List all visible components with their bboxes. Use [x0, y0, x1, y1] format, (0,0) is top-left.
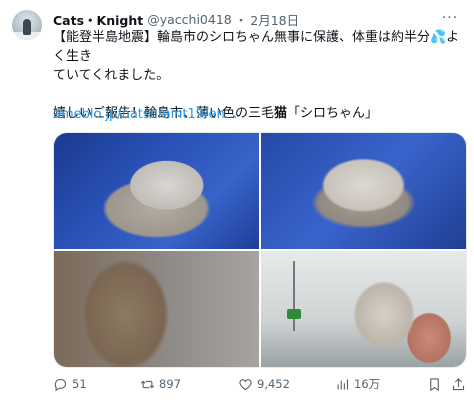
tweet-line-1: 【能登半島地震】輪島市のシロちゃん無事に保護、体重は約半分💦よく生き: [53, 30, 460, 64]
tweet-line-2: ていてくれました。: [53, 68, 170, 83]
external-link[interactable]: ameblo.jp/natsumint19/en…: [53, 107, 238, 122]
retweet-count: 897: [159, 377, 181, 391]
retweet-button[interactable]: 897: [140, 377, 181, 392]
avatar[interactable]: [12, 10, 42, 40]
author-name[interactable]: Cats・Knight: [53, 10, 143, 29]
action-bar: 51 897 9,452 16万: [53, 374, 465, 394]
iv-drip-line: [293, 261, 295, 331]
reply-button[interactable]: 51: [53, 377, 87, 392]
heart-icon: [239, 378, 252, 390]
bookmark-button[interactable]: [427, 377, 446, 392]
tweet-line-3-bold: 猫: [274, 106, 288, 121]
views-count: 16万: [354, 377, 381, 391]
author-handle[interactable]: @yacchi0418: [147, 12, 232, 27]
cat-photo-1[interactable]: [54, 133, 259, 249]
reply-icon: [54, 378, 67, 391]
retweet-icon: [140, 380, 155, 388]
header-separator: ・: [234, 12, 248, 28]
cat-photo-2[interactable]: [261, 133, 466, 249]
cat-photo-4[interactable]: [261, 251, 466, 367]
tweet-date[interactable]: 2月18日: [250, 10, 299, 29]
views-icon: [337, 379, 349, 389]
cat-photo-3[interactable]: [54, 251, 259, 367]
tweet-line-3-suffix: 「シロちゃん」: [287, 106, 379, 121]
reply-count: 51: [72, 377, 87, 391]
like-count: 9,452: [257, 377, 290, 391]
share-icon: [452, 377, 465, 390]
avatar-figure: [23, 19, 31, 35]
tweet-header: Cats・Knight @yacchi0418 ・ 2月18日: [53, 10, 299, 28]
iv-clamp: [287, 309, 301, 319]
like-button[interactable]: 9,452: [238, 377, 290, 392]
views-button[interactable]: 16万: [335, 376, 380, 392]
photo-grid: [53, 132, 467, 368]
bookmark-icon: [430, 377, 439, 391]
more-options-button[interactable]: ···: [438, 8, 462, 28]
share-button[interactable]: [451, 377, 470, 392]
